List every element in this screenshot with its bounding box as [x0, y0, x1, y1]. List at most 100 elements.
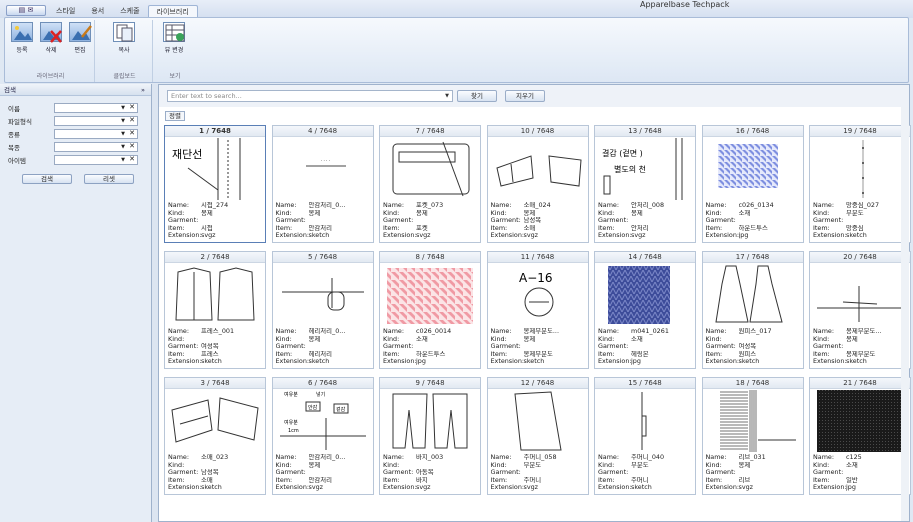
meta-extension: jpg	[846, 484, 856, 492]
edit-button[interactable]: 편집	[67, 22, 93, 62]
find-button[interactable]: 찾기	[457, 90, 497, 102]
card-index: 5 / 7648	[272, 252, 373, 263]
dropdown-arrow-icon[interactable]: ▼	[121, 157, 125, 163]
dropdown-arrow-icon[interactable]: ▼	[121, 105, 125, 111]
meta-label: Garment:	[275, 469, 306, 477]
filter-combo[interactable]: ▼ ✕	[54, 128, 138, 139]
meta-label: Item:	[275, 224, 293, 232]
meta-garment	[309, 217, 372, 225]
meta-garment	[846, 217, 909, 225]
card-meta: Name: 봉제부분도... Kind: 봉제 Garment: Item: 봉제부분도 Ex…	[491, 328, 587, 366]
library-card[interactable]: 14 / 7648 Name: m041_0261 Kind: 소재 Garment: It…	[594, 251, 696, 369]
svg-text:안감: 안감	[308, 404, 318, 411]
reset-button[interactable]: 리셋	[84, 174, 134, 184]
meta-label: Kind:	[383, 461, 400, 469]
dropdown-arrow-icon[interactable]: ▼	[121, 118, 125, 124]
library-card[interactable]: 6 / 7648 여유분 넣기 안감 겉감 여유분 1cm Name: 안감처리_0... Kin…	[271, 377, 374, 495]
dropdown-arrow-icon[interactable]: ▼	[121, 144, 125, 150]
meta-label: Item:	[705, 476, 723, 484]
meta-extension: svgz	[416, 232, 431, 240]
clear-x-icon[interactable]: ✕	[129, 103, 135, 111]
search-input[interactable]: Enter text to search... ▼	[167, 90, 453, 102]
filter-combo[interactable]: ▼ ✕	[54, 154, 138, 165]
library-card[interactable]: 9 / 7648 Name: 바지_003 Kind: Garment: 아동복 Item:…	[379, 377, 481, 495]
copy-button[interactable]: 복사	[111, 22, 137, 62]
library-card[interactable]: 16 / 7648 Name: c026_0134 Kind: 소재 Garment: It…	[701, 125, 804, 243]
card-thumbnail: · · · ·	[276, 138, 370, 200]
meta-label: Item:	[598, 224, 615, 232]
meta-label: Garment:	[705, 469, 736, 477]
delete-button[interactable]: 삭제	[38, 22, 64, 62]
meta-kind: 봉제	[738, 461, 751, 469]
meta-label: Item:	[598, 350, 615, 358]
filter-combo[interactable]: ▼ ✕	[54, 141, 138, 152]
filter-combo[interactable]: ▼ ✕	[54, 102, 138, 113]
library-card[interactable]: 18 / 7648 Name: 리브_031 Kind: 봉제 Garment: Item:…	[701, 377, 804, 495]
meta-garment	[846, 469, 909, 477]
vertical-scrollbar[interactable]	[901, 107, 909, 521]
sort-button[interactable]: 정렬	[165, 111, 185, 121]
meta-label: Garment:	[598, 343, 629, 351]
meta-item: 안처리	[631, 224, 649, 232]
library-card[interactable]: 3 / 7648 Name: 소매_023 Kind: Garment: 남성복 Item:…	[164, 377, 266, 495]
library-card[interactable]: 17 / 7648 Name: 원피스_017 Kind: Garment: 여성복 Ite…	[701, 251, 804, 369]
pin-panel-icon[interactable]: »	[141, 84, 145, 96]
app-menu-button[interactable]: ▤ ✉	[6, 5, 46, 16]
meta-label: Kind:	[490, 461, 507, 469]
meta-kind: 봉제	[308, 209, 321, 217]
register-button[interactable]: 등록	[9, 22, 35, 62]
library-card[interactable]: 19 / 7648 Name: 망중심_027 Kind: 부분도 Garment: Ite…	[809, 125, 911, 243]
clear-button[interactable]: 지우기	[505, 90, 545, 102]
clear-x-icon[interactable]: ✕	[129, 116, 135, 124]
library-card[interactable]: 1 / 7648 재단선 Name: 시접_274 Kind: 봉제 Garment: Ite…	[164, 125, 266, 243]
meta-label: Kind:	[705, 335, 722, 343]
card-index: 19 / 7648	[810, 126, 910, 137]
library-card[interactable]: 20 / 7648 Name: 봉제부분도... Kind: 봉제 Garment: Ite…	[809, 251, 911, 369]
library-card[interactable]: 8 / 7648 Name: c026_0014 Kind: 소재 Garment: Ite…	[379, 251, 481, 369]
dropdown-arrow-icon[interactable]: ▼	[445, 91, 449, 101]
library-card[interactable]: 12 / 7648 Name: 주머니_058 Kind: 부분도 Garment: Ite…	[486, 377, 589, 495]
meta-label: Garment:	[813, 343, 844, 351]
card-meta: Name: 소매_024 Kind: 봉제 Garment: 남성복 Item: 소매 Exte…	[491, 202, 587, 240]
filter-label: 아이템	[8, 156, 26, 165]
view-change-button[interactable]: 뷰 변경	[161, 22, 187, 62]
meta-name: 리브_031	[738, 454, 766, 461]
clear-x-icon[interactable]: ✕	[129, 142, 135, 150]
search-button[interactable]: 검색	[22, 174, 72, 184]
library-card[interactable]: 5 / 7648 Name: 헤리처리_0... Kind: 봉제 Garment: Ite…	[271, 251, 374, 369]
library-card[interactable]: 13 / 7648 결감 (겉면 ) 별도의 천 Name: 안처리_008 Kind: 봉…	[594, 125, 696, 243]
meta-item: 프레스	[201, 350, 219, 358]
library-card[interactable]: 15 / 7648 Name: 주머니_040 Kind: 부분도 Garment: Ite…	[594, 377, 696, 495]
meta-label: Item:	[490, 350, 508, 358]
meta-label: Extension:	[490, 358, 525, 366]
card-index: 3 / 7648	[165, 378, 265, 389]
meta-extension: sketch	[201, 484, 222, 492]
meta-label: Extension:	[490, 232, 525, 240]
card-meta: Name: 리브_031 Kind: 봉제 Garment: Item: 리브 Extensi…	[706, 454, 802, 492]
card-index: 7 / 7648	[380, 126, 480, 137]
card-meta: Name: 헤리처리_0... Kind: 봉제 Garment: Item: 헤리처리 Ex…	[276, 328, 372, 366]
meta-label: Name:	[490, 328, 512, 335]
meta-item: 하운드투스	[416, 350, 446, 358]
library-card[interactable]: 4 / 7648 · · · · Name: 안감처리_0... Kind: 봉제 Garm…	[271, 125, 374, 243]
card-thumbnail	[813, 390, 907, 452]
library-card[interactable]: 10 / 7648 Name: 소매_024 Kind: 봉제 Garment: 남성복 It…	[486, 125, 589, 243]
meta-label: Garment:	[598, 469, 629, 477]
meta-item: 포켓	[416, 224, 428, 232]
meta-label: Name:	[383, 202, 405, 209]
register-image-icon	[11, 22, 33, 42]
dropdown-arrow-icon[interactable]: ▼	[121, 131, 125, 137]
clear-x-icon[interactable]: ✕	[129, 155, 135, 163]
library-card[interactable]: 21 / 7648 Name: c125 Kind: 소재 Garment: Item: 일반…	[809, 377, 911, 495]
meta-name: c026_0134	[738, 202, 774, 209]
card-index: 1 / 7648	[165, 126, 265, 137]
library-card[interactable]: 2 / 7648 Name: 프레스_001 Kind: Garment: 여성복 Item…	[164, 251, 266, 369]
library-card[interactable]: 11 / 7648 A−16 Name: 봉제부분도... Kind: 봉제 Garment…	[486, 251, 589, 369]
meta-kind: 봉제	[416, 209, 428, 217]
meta-kind: 봉제	[523, 209, 536, 217]
meta-label: Extension:	[598, 358, 632, 366]
clear-x-icon[interactable]: ✕	[129, 129, 135, 137]
filter-combo[interactable]: ▼ ✕	[54, 115, 138, 126]
svg-text:A−16: A−16	[519, 271, 553, 285]
library-card[interactable]: 7 / 7648 Name: 포켓_073 Kind: 봉제 Garment: Item: 포…	[379, 125, 481, 243]
